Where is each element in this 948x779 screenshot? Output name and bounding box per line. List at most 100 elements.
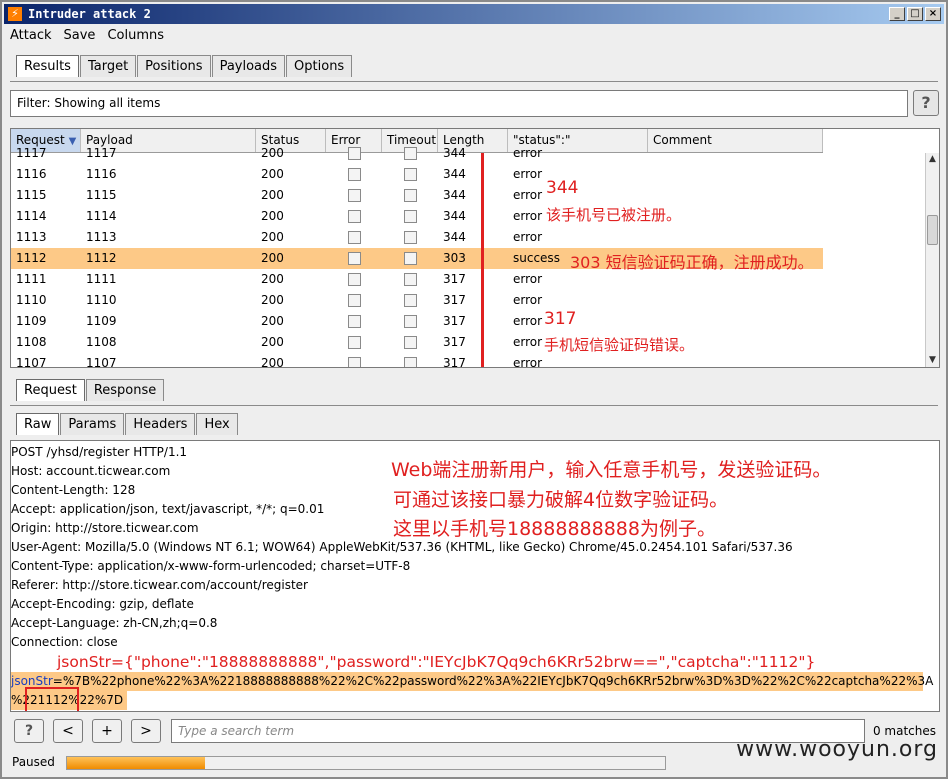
table-row[interactable]: 1107 1107 200 317 error xyxy=(11,353,823,368)
tab-request[interactable]: Request xyxy=(16,379,85,401)
checkbox xyxy=(403,210,417,223)
checkbox xyxy=(347,294,361,307)
cell-status: 200 xyxy=(261,209,284,223)
cell-error xyxy=(326,143,382,164)
annotation-317: 317 xyxy=(544,309,577,329)
maximize-button[interactable]: □ xyxy=(907,7,923,21)
search-prev-button[interactable]: < xyxy=(53,719,83,743)
cell-status-grep: error xyxy=(513,293,543,307)
results-scrollbar[interactable]: ▲ ▼ xyxy=(925,153,939,367)
cell-request: 1108 xyxy=(16,335,47,349)
table-row[interactable]: 1117 1117 200 344 error xyxy=(11,143,823,164)
menu-bar: Attack Save Columns xyxy=(10,28,164,43)
cell-timeout xyxy=(382,206,438,227)
cell-timeout xyxy=(382,290,438,311)
request-header-line: Host: account.ticwear.com xyxy=(11,464,171,478)
search-add-button[interactable]: + xyxy=(92,719,122,743)
menu-save[interactable]: Save xyxy=(64,28,96,43)
request-body-line-1: jsonStr=%7B%22phone%22%3A%2218888888888%… xyxy=(11,674,934,688)
search-next-button[interactable]: > xyxy=(131,719,161,743)
scroll-down-icon[interactable]: ▼ xyxy=(926,354,939,367)
annotation-desc-2: 可通过该接口暴力破解4位数字验证码。 xyxy=(393,489,729,511)
checkbox xyxy=(403,252,417,265)
tab-raw[interactable]: Raw xyxy=(16,413,60,435)
cell-comment xyxy=(648,311,823,332)
table-row[interactable]: 1116 1116 200 344 error xyxy=(11,164,823,185)
cell-payload: 1111 xyxy=(86,272,117,286)
minimize-button[interactable]: _ xyxy=(889,7,905,21)
request-header-line: Accept-Language: zh-CN,zh;q=0.8 xyxy=(11,616,218,630)
annotation-desc-3: 这里以手机号18888888888为例子。 xyxy=(393,518,716,540)
cell-status-grep: error xyxy=(513,356,543,368)
cell-payload: 1110 xyxy=(86,293,117,307)
filter-help-button[interactable]: ? xyxy=(913,90,939,116)
cell-error xyxy=(326,269,382,290)
tab-hex[interactable]: Hex xyxy=(196,413,238,435)
cell-comment xyxy=(648,290,823,311)
request-header-line: Accept-Encoding: gzip, deflate xyxy=(11,597,194,611)
cell-error xyxy=(326,206,382,227)
window-title: Intruder attack 2 xyxy=(28,7,151,21)
cell-length: 317 xyxy=(443,314,466,328)
cell-request: 1117 xyxy=(16,146,47,160)
checkbox xyxy=(347,210,361,223)
status-text: Paused xyxy=(12,755,55,769)
watermark: www.wooyun.org xyxy=(736,737,938,762)
checkbox xyxy=(347,189,361,202)
cell-error xyxy=(326,290,382,311)
checkbox xyxy=(403,315,417,328)
cell-payload: 1114 xyxy=(86,209,117,223)
cell-status: 200 xyxy=(261,146,284,160)
cell-error xyxy=(326,332,382,353)
table-row[interactable]: 1109 1109 200 317 error xyxy=(11,311,823,332)
progress-fill xyxy=(67,757,205,769)
intruder-window: ⚡ Intruder attack 2 _ □ × Attack Save Co… xyxy=(0,0,948,779)
tab-headers[interactable]: Headers xyxy=(125,413,196,435)
scroll-thumb[interactable] xyxy=(927,215,938,245)
cell-request: 1116 xyxy=(16,167,47,181)
cell-timeout xyxy=(382,143,438,164)
cell-status: 200 xyxy=(261,251,284,265)
request-header-line: POST /yhsd/register HTTP/1.1 xyxy=(11,445,188,459)
tab-positions[interactable]: Positions xyxy=(137,55,211,77)
tab-response[interactable]: Response xyxy=(85,379,165,401)
annotation-344: 344 xyxy=(546,178,579,198)
cell-status: 200 xyxy=(261,314,284,328)
cell-request: 1107 xyxy=(16,356,47,368)
cell-request: 1111 xyxy=(16,272,47,286)
filter-bar[interactable]: Filter: Showing all items xyxy=(10,90,908,117)
lightning-logo-icon: ⚡ xyxy=(8,7,22,21)
tab-payloads[interactable]: Payloads xyxy=(211,55,286,77)
checkbox xyxy=(403,357,417,367)
table-row[interactable]: 1114 1114 200 344 error xyxy=(11,206,823,227)
annotation-desc-1: Web端注册新用户，输入任意手机号，发送验证码。 xyxy=(391,459,832,481)
table-row[interactable]: 1108 1108 200 317 error xyxy=(11,332,823,353)
request-raw-view[interactable]: POST /yhsd/register HTTP/1.1 Host: accoun… xyxy=(10,440,940,712)
cell-status: 200 xyxy=(261,230,284,244)
tab-target[interactable]: Target xyxy=(79,55,137,77)
menu-columns[interactable]: Columns xyxy=(107,28,164,43)
cell-status: 200 xyxy=(261,272,284,286)
cell-error xyxy=(326,353,382,367)
table-row[interactable]: 1110 1110 200 317 error xyxy=(11,290,823,311)
close-button[interactable]: × xyxy=(925,7,941,21)
checkbox xyxy=(403,294,417,307)
tab-params[interactable]: Params xyxy=(60,413,125,435)
checkbox xyxy=(347,336,361,349)
tab-results[interactable]: Results xyxy=(16,55,79,77)
cell-payload: 1109 xyxy=(86,314,117,328)
scroll-up-icon[interactable]: ▲ xyxy=(926,153,939,166)
menu-attack[interactable]: Attack xyxy=(10,28,52,43)
attack-progress-bar xyxy=(66,756,666,770)
tab-options[interactable]: Options xyxy=(286,55,353,77)
cell-timeout xyxy=(382,227,438,248)
table-row[interactable]: 1115 1115 200 344 error xyxy=(11,185,823,206)
cell-comment xyxy=(648,143,823,164)
search-help-button[interactable]: ? xyxy=(14,719,44,743)
table-row[interactable]: 1113 1113 200 344 error xyxy=(11,227,823,248)
cell-timeout xyxy=(382,269,438,290)
checkbox xyxy=(403,189,417,202)
results-table: Request ▼ Payload Status Error Timeout L… xyxy=(10,128,940,368)
message-tabs: Request Response xyxy=(16,379,165,401)
captcha-highlight-box xyxy=(25,687,79,711)
